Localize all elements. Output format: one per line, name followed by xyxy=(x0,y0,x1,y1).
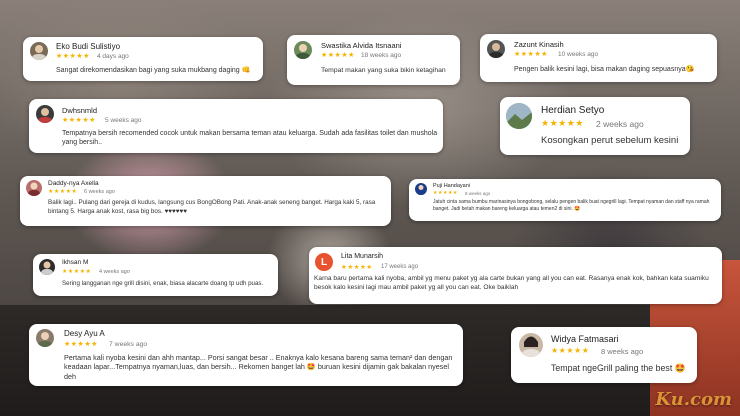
reviewer-name: Ikhsan M xyxy=(62,259,89,266)
person-avatar-icon xyxy=(28,182,40,196)
avatar xyxy=(506,103,532,129)
star-rating: ★★★★★ xyxy=(48,189,78,195)
review-time: 2 weeks ago xyxy=(596,119,644,129)
review-card-lita: L Lita Munarsih ★★★★★ 17 weeks ago Karna… xyxy=(309,247,722,304)
avatar: L xyxy=(315,253,333,271)
reviewer-name: Desy Ayu A xyxy=(64,329,105,338)
review-card-swastika: Swastika Alvida Itsnaani ★★★★★ 18 weeks … xyxy=(287,35,460,85)
avatar xyxy=(294,41,312,59)
review-time: 18 weeks ago xyxy=(361,52,402,59)
review-time: 10 weeks ago xyxy=(558,51,599,58)
reviewer-name: Dwhsnmld xyxy=(62,106,98,115)
person-avatar-icon xyxy=(38,108,52,123)
avatar xyxy=(415,183,427,195)
star-rating: ★★★★★ xyxy=(62,117,96,124)
avatar xyxy=(36,105,54,123)
review-time: 6 weeks ago xyxy=(84,189,115,195)
review-text: Sangat direkomendasikan bagi yang suka m… xyxy=(56,67,251,74)
star-rating: ★★★★★ xyxy=(541,118,584,128)
review-time: 4 weeks ago xyxy=(99,269,130,275)
reviewer-name: Herdian Setyo xyxy=(541,105,605,116)
review-card-puji: Puji Handayani ★★★★★ 8 weeks ago Jatuh c… xyxy=(409,179,721,221)
star-rating: ★★★★★ xyxy=(321,52,355,59)
person-avatar-icon xyxy=(416,185,426,195)
review-text: Jatuh cinta sama bumbu marinasinya bongo… xyxy=(433,199,710,212)
review-card-ikhsan: Ikhsan M ★★★★★ 4 weeks ago Sering langga… xyxy=(33,254,278,296)
review-text: Kosongkan perut sebelum kesini xyxy=(541,135,679,146)
review-text: Pengen balik kesini lagi, bisa makan dag… xyxy=(514,66,695,73)
review-card-herdian: Herdian Setyo ★★★★★ 2 weeks ago Kosongka… xyxy=(500,97,690,155)
avatar xyxy=(30,42,48,60)
review-text: Karna baru pertama kali nyoba, ambil yg … xyxy=(314,275,709,291)
reviewer-name: Puji Handayani xyxy=(433,183,470,189)
review-text: Pertama kali nyoba kesini dan ahh mantap… xyxy=(64,353,453,381)
review-text: Tempat ngeGrill paling the best 🤩 xyxy=(551,363,686,373)
star-rating: ★★★★★ xyxy=(433,190,458,196)
review-time: 5 weeks ago xyxy=(105,117,142,124)
avatar xyxy=(26,180,42,196)
person-avatar-icon xyxy=(32,45,46,60)
review-time: 7 weeks ago xyxy=(109,341,148,348)
person-avatar-icon xyxy=(489,43,503,58)
reviewer-name: Lita Munarsih xyxy=(341,253,384,260)
avatar xyxy=(36,329,54,347)
watermark-text: Ku.com xyxy=(655,389,732,410)
review-time: 8 weeks ago xyxy=(601,347,644,356)
star-rating: ★★★★★ xyxy=(341,264,373,271)
review-card-daddy-axella: Daddy-nya Axella ★★★★★ 6 weeks ago Balik… xyxy=(20,176,391,226)
review-text: Sering langganan nge grill disini, enak,… xyxy=(62,280,264,287)
avatar-initial: L xyxy=(320,256,328,268)
person-avatar-icon xyxy=(296,44,310,59)
reviewer-name: Zazunt Kinasih xyxy=(514,40,564,49)
person-avatar-icon xyxy=(522,336,540,357)
reviewer-name: Widya Fatmasari xyxy=(551,334,619,344)
review-card-eko: Eko Budi Sulistiyo ★★★★★ 4 days ago Sang… xyxy=(23,37,263,81)
review-card-zazunt: Zazunt Kinasih ★★★★★ 10 weeks ago Pengen… xyxy=(480,34,717,82)
review-text: Balik lagi.. Pulang dari gereja di kudus… xyxy=(48,199,376,215)
star-rating: ★★★★★ xyxy=(514,51,548,58)
review-text: Tempat makan yang suka bikin ketagihan xyxy=(321,67,446,74)
review-text: Tempatnya bersih recomended cocok untuk … xyxy=(62,130,438,147)
star-rating: ★★★★★ xyxy=(551,346,590,355)
person-avatar-icon xyxy=(38,332,52,347)
review-time: 8 weeks ago xyxy=(465,191,491,196)
person-avatar-icon xyxy=(41,261,53,275)
star-rating: ★★★★★ xyxy=(62,269,92,275)
reviewer-name: Daddy-nya Axella xyxy=(48,180,99,187)
watermark-logo: Ku.com xyxy=(655,389,732,410)
landscape-avatar-icon xyxy=(506,103,532,129)
avatar xyxy=(487,40,505,58)
star-rating: ★★★★★ xyxy=(64,341,98,348)
review-card-desy: Desy Ayu A ★★★★★ 7 weeks ago Pertama kal… xyxy=(29,324,463,386)
reviewer-name: Eko Budi Sulistiyo xyxy=(56,42,121,51)
star-rating: ★★★★★ xyxy=(56,53,90,60)
review-time: 17 weeks ago xyxy=(381,264,419,270)
review-card-dwhsnmld: Dwhsnmld ★★★★★ 5 weeks ago Tempatnya ber… xyxy=(29,99,443,153)
review-card-widya: Widya Fatmasari ★★★★★ 8 weeks ago Tempat… xyxy=(511,327,697,383)
avatar xyxy=(519,333,543,357)
avatar xyxy=(39,259,55,275)
reviewer-name: Swastika Alvida Itsnaani xyxy=(321,41,402,50)
review-time: 4 days ago xyxy=(97,53,129,60)
